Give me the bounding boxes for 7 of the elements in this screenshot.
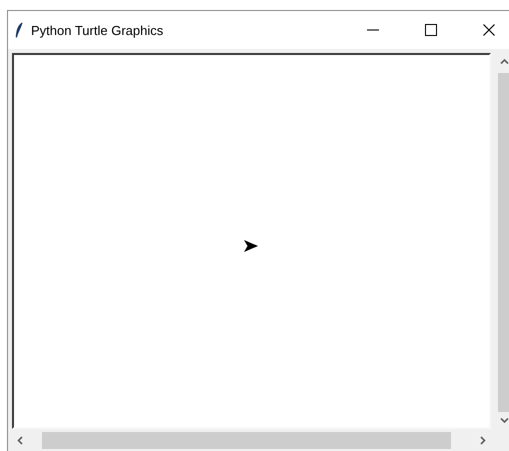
close-icon (483, 24, 495, 36)
feather-icon (15, 22, 23, 38)
minimize-icon (367, 29, 379, 31)
maximize-icon (425, 24, 437, 36)
window-title: Python Turtle Graphics (31, 22, 164, 38)
scroll-thumb[interactable] (498, 73, 509, 412)
turtle-arrow-icon (244, 240, 258, 252)
